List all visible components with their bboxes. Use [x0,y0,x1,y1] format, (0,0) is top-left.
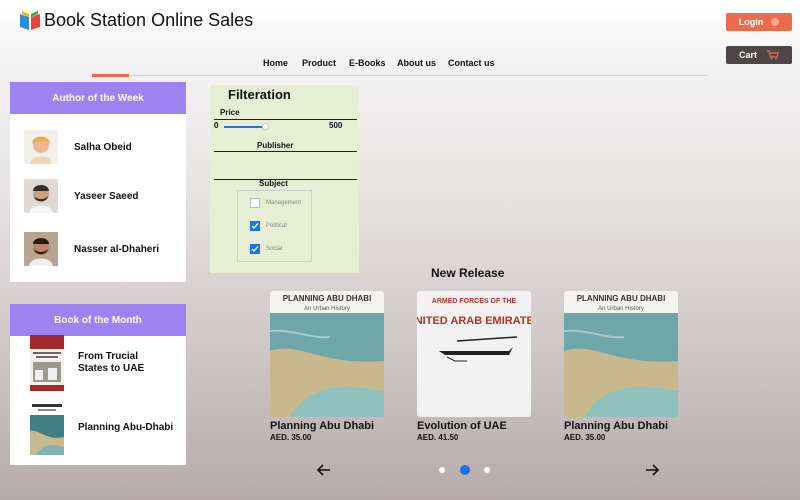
price-slider-handle[interactable] [262,123,269,130]
checkbox[interactable] [250,198,260,208]
book-of-month-title: Planning Abu-Dhabi [78,422,174,433]
nav-product[interactable]: Product [302,58,336,68]
book-of-month-title: From Trucial States to UAE [78,351,145,374]
nav-ebooks[interactable]: E-Books [349,58,386,68]
subject-option-political[interactable]: Political [250,221,287,231]
book-title[interactable]: Planning Abu Dhabi [270,420,384,432]
cover-subtitle: An Urban History [598,306,644,312]
nav-about-us[interactable]: About us [397,58,436,68]
author-item[interactable]: Nasser al-Dhaheri [24,232,159,266]
checkmark-icon [251,223,259,230]
publisher-label: Publisher [257,141,294,150]
login-button[interactable]: Login [726,13,792,31]
subject-label: Subject [259,179,288,188]
book-card[interactable]: PLANNING ABU DHABI An Urban History Plan… [564,291,678,442]
author-name: Salha Obeid [74,141,132,153]
checkbox[interactable] [250,244,260,254]
nav-divider [92,75,708,76]
cover-title: PLANNING ABU DHABI [577,294,666,303]
author-name: Yaseer Saeed [74,190,139,202]
nav-active-indicator [92,74,129,77]
user-icon [771,18,780,26]
price-max: 500 [329,121,343,130]
subject-option-social[interactable]: Social [250,244,282,254]
book-cover-thumb [30,335,64,391]
price-label: Price [220,108,240,117]
book-price: AED. 41.50 [417,433,459,442]
site-logo[interactable]: Book Station Online Sales [18,9,253,31]
book-cover[interactable]: PLANNING ABU DHABI An Urban History [564,291,678,417]
book-of-month-item[interactable]: Planning Abu-Dhabi [30,401,173,455]
filter-panel: Filteration Price 0 500 Publisher Subjec… [210,85,359,273]
book-price: AED. 35.00 [270,433,312,442]
publisher-field[interactable] [214,151,357,152]
author-avatar [24,232,58,266]
price-min: 0 [214,121,219,130]
price-divider [214,119,357,120]
book-title[interactable]: Planning Abu Dhabi [564,420,678,432]
site-title: Book Station Online Sales [44,9,254,30]
author-panel-title: Author of the Week [10,82,186,114]
carousel-dot-active[interactable] [460,465,470,475]
author-item[interactable]: Salha Obeid [24,130,132,164]
cover-title: PLANNING ABU DHABI [283,294,372,303]
book-card[interactable]: PLANNING ABU DHABI An Urban History Plan… [270,291,384,442]
book-price: AED. 35.00 [564,433,606,442]
nav-contact-us[interactable]: Contact us [448,58,495,68]
checkmark-icon [251,246,259,253]
filter-title: Filteration [228,87,291,102]
carousel-dot[interactable] [439,467,445,473]
cover-subtitle: ARMED FORCES OF THE [432,298,517,305]
carousel-dot[interactable] [484,467,490,473]
nav-home[interactable]: Home [263,58,288,68]
author-avatar [24,179,58,213]
book-title[interactable]: Evolution of UAE [417,420,531,432]
login-label: Login [738,17,764,27]
arrow-right-icon[interactable] [644,462,660,478]
book-cover[interactable]: ARMED FORCES OF THE UNITED ARAB EMIRATES [417,291,531,417]
book-logo-icon [20,11,40,30]
book-cover-thumb [30,401,64,455]
subject-option-management[interactable]: Management [250,198,301,208]
author-of-week-panel: Author of the Week Salha Obeid Yaseer Sa… [10,82,186,282]
cover-title: UNITED ARAB EMIRATES [417,315,531,327]
book-panel-title: Book of the Month [10,304,186,336]
subject-list: Management Political Social [237,190,312,262]
author-name: Nasser al-Dhaheri [74,243,160,255]
book-cover[interactable]: PLANNING ABU DHABI An Urban History [270,291,384,417]
price-slider[interactable] [224,126,264,128]
main-nav: Home Product E-Books About us Contact us [0,58,800,72]
new-release-heading: New Release [431,266,505,280]
arrow-left-icon[interactable] [316,462,332,478]
book-of-month-item[interactable]: From Trucial States to UAE [30,335,144,391]
author-item[interactable]: Yaseer Saeed [24,179,139,213]
cover-subtitle: An Urban History [304,306,350,312]
book-card[interactable]: ARMED FORCES OF THE UNITED ARAB EMIRATES… [417,291,531,442]
checkbox[interactable] [250,221,260,231]
book-of-month-panel: Book of the Month From Trucial States to… [10,304,186,465]
author-avatar [24,130,58,164]
